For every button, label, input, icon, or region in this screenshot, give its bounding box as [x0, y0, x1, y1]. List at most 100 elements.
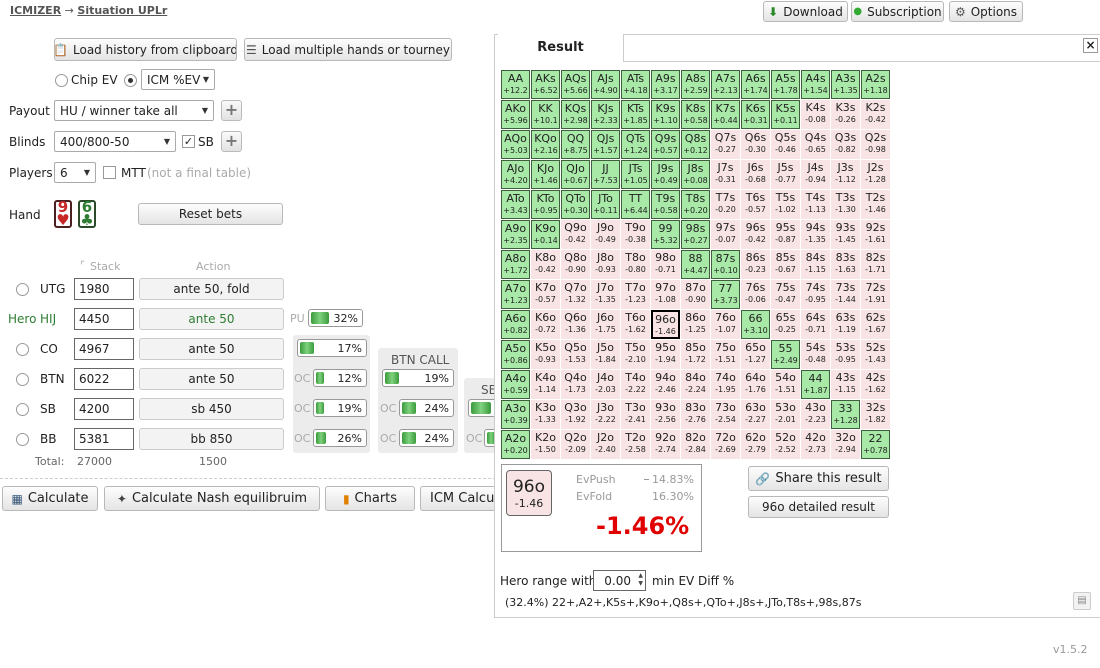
hand-cell[interactable]: 85s -0.67	[771, 250, 800, 279]
hand-cell[interactable]: 63s -1.19	[831, 310, 860, 339]
hand-cell[interactable]: J5s -0.77	[771, 160, 800, 189]
hand-cell[interactable]: 96s -0.42	[741, 220, 770, 249]
hand-cell[interactable]: 54o -1.51	[771, 370, 800, 399]
hand-cell[interactable]: A3s +1.35	[831, 70, 860, 99]
add-payout-button[interactable]: +	[221, 100, 242, 121]
hand-cell[interactable]: 95s -0.87	[771, 220, 800, 249]
player-action[interactable]: ante 50	[139, 338, 284, 360]
breadcrumb-page-link[interactable]: Situation UPLr	[77, 4, 167, 17]
hand-cell[interactable]: T2o -2.58	[621, 430, 650, 459]
hand-cell[interactable]: T2s -1.46	[861, 190, 890, 219]
hand-cell[interactable]: J5o -1.84	[591, 340, 620, 369]
player-radio[interactable]	[16, 343, 29, 356]
hand-cell[interactable]: JTo +0.11	[591, 190, 620, 219]
stack-sort-icon[interactable]: ⌜	[80, 259, 85, 272]
hand-cell[interactable]: A7s +2.13	[711, 70, 740, 99]
hand-cell[interactable]: K6o -0.72	[531, 310, 560, 339]
hand-cell[interactable]: 97o -1.08	[651, 280, 680, 309]
hand-cell[interactable]: KTs +1.85	[621, 100, 650, 129]
hand-cell[interactable]: 76o -1.07	[711, 310, 740, 339]
hand-cell[interactable]: 33 +1.28	[831, 400, 860, 429]
hand-cell[interactable]: 74s -0.95	[801, 280, 830, 309]
player-action[interactable]: ante 50	[139, 308, 284, 330]
hand-cell[interactable]: 92s -1.61	[861, 220, 890, 249]
hand-cell[interactable]: QJo +0.67	[561, 160, 590, 189]
hand-cell[interactable]: 43s -1.15	[831, 370, 860, 399]
hand-cell[interactable]: KQo +2.16	[531, 130, 560, 159]
hand-cell[interactable]: 88 +4.47	[681, 250, 710, 279]
hand-cell[interactable]: 64s -0.71	[801, 310, 830, 339]
hand-cell[interactable]: 53o -2.01	[771, 400, 800, 429]
hand-cell[interactable]: J8o -0.93	[591, 250, 620, 279]
hand-cell[interactable]: AKs +6.52	[531, 70, 560, 99]
player-stack-input[interactable]: 6022	[74, 368, 134, 390]
hand-cell[interactable]: J2o -2.40	[591, 430, 620, 459]
hand-cell[interactable]: Q5s -0.46	[771, 130, 800, 159]
hand-cell[interactable]: J9s +0.49	[651, 160, 680, 189]
hand-cell[interactable]: K8s +0.58	[681, 100, 710, 129]
payout-select[interactable]: HU / winner take all ▼	[54, 100, 214, 121]
hand-cell[interactable]: 87s +0.10	[711, 250, 740, 279]
hand-cell[interactable]: 72s -1.91	[861, 280, 890, 309]
hand-cell[interactable]: 93o -2.56	[651, 400, 680, 429]
hand-cell[interactable]: QTs +1.24	[621, 130, 650, 159]
hand-cell[interactable]: 22 +0.78	[861, 430, 890, 459]
hand-cell[interactable]: J4s -0.94	[801, 160, 830, 189]
hand-cell[interactable]: Q7o -1.32	[561, 280, 590, 309]
hand-cell[interactable]: QJs +1.57	[591, 130, 620, 159]
hand-cell[interactable]: 99 +5.32	[651, 220, 680, 249]
hand-cell[interactable]: A4s +1.54	[801, 70, 830, 99]
hand-cell[interactable]: 86o -1.25	[681, 310, 710, 339]
hand-cell[interactable]: T6s -0.57	[741, 190, 770, 219]
hand-cell[interactable]: K8o -0.42	[531, 250, 560, 279]
hand-cell[interactable]: 92o -2.74	[651, 430, 680, 459]
hand-cell[interactable]: AJs +4.90	[591, 70, 620, 99]
players-select[interactable]: 6 ▼	[54, 162, 96, 183]
hand-cell[interactable]: AKo +5.96	[501, 100, 530, 129]
hand-cell[interactable]: Q3s -0.82	[831, 130, 860, 159]
min-ev-input[interactable]: 0.00 ▲ ▼	[593, 570, 646, 591]
hand-cell[interactable]: KJo +1.46	[531, 160, 560, 189]
calculate-button[interactable]: ▦ Calculate	[2, 486, 98, 511]
hand-cell[interactable]: Q3o -1.92	[561, 400, 590, 429]
hand-cell[interactable]: J6o -1.75	[591, 310, 620, 339]
hand-cell[interactable]: Q4o -1.73	[561, 370, 590, 399]
hand-cell[interactable]: Q6o -1.36	[561, 310, 590, 339]
hand-cell[interactable]: Q8o -0.90	[561, 250, 590, 279]
hero-push-range-bar[interactable]: 32%	[308, 309, 363, 327]
hand-cell[interactable]: Q2o -2.09	[561, 430, 590, 459]
hand-cell[interactable]: K5o -0.93	[531, 340, 560, 369]
hand-cell[interactable]: 52s -1.43	[861, 340, 890, 369]
hand-cell[interactable]: A5s +1.78	[771, 70, 800, 99]
icm-ev-select[interactable]: ICM %EV ▼	[141, 69, 215, 90]
hand-cell[interactable]: A7o +1.23	[501, 280, 530, 309]
hand-cell[interactable]: A8s +2.59	[681, 70, 710, 99]
subscription-button[interactable]: ● Subscription	[851, 1, 944, 22]
player-stack-input[interactable]: 4967	[74, 338, 134, 360]
hand-cell[interactable]: 72o -2.69	[711, 430, 740, 459]
calculate-nash-button[interactable]: ✦ Calculate Nash equilibruim	[104, 486, 320, 511]
reset-bets-button[interactable]: Reset bets	[138, 203, 283, 225]
hand-cell[interactable]: K2s -0.42	[861, 100, 890, 129]
hero-card-2[interactable]: 6 ♣	[78, 200, 96, 228]
hand-cell[interactable]: A4o +0.59	[501, 370, 530, 399]
add-blinds-button[interactable]: +	[221, 131, 242, 152]
hand-cell[interactable]: QTo +0.30	[561, 190, 590, 219]
hand-cell[interactable]: AJo +4.20	[501, 160, 530, 189]
hand-cell[interactable]: K7o -0.57	[531, 280, 560, 309]
hand-cell[interactable]: ATs +4.18	[621, 70, 650, 99]
hand-cell[interactable]: A9s +3.17	[651, 70, 680, 99]
hand-cell[interactable]: 82s -1.71	[861, 250, 890, 279]
player-action[interactable]: ante 50, fold	[139, 278, 284, 300]
player-action[interactable]: bb 850	[139, 428, 284, 450]
hand-cell[interactable]: A5o +0.86	[501, 340, 530, 369]
hand-cell[interactable]: 94s -1.35	[801, 220, 830, 249]
chip-ev-radio[interactable]	[55, 74, 68, 87]
hand-cell[interactable]: Q9o -0.42	[561, 220, 590, 249]
hand-cell[interactable]: 98s +0.27	[681, 220, 710, 249]
download-button[interactable]: ⬇ Download	[763, 1, 848, 22]
hand-cell[interactable]: 87o -0.90	[681, 280, 710, 309]
hand-cell[interactable]: A8o +1.72	[501, 250, 530, 279]
player-stack-input[interactable]: 4450	[74, 308, 134, 330]
hand-cell[interactable]: T9s +0.58	[651, 190, 680, 219]
